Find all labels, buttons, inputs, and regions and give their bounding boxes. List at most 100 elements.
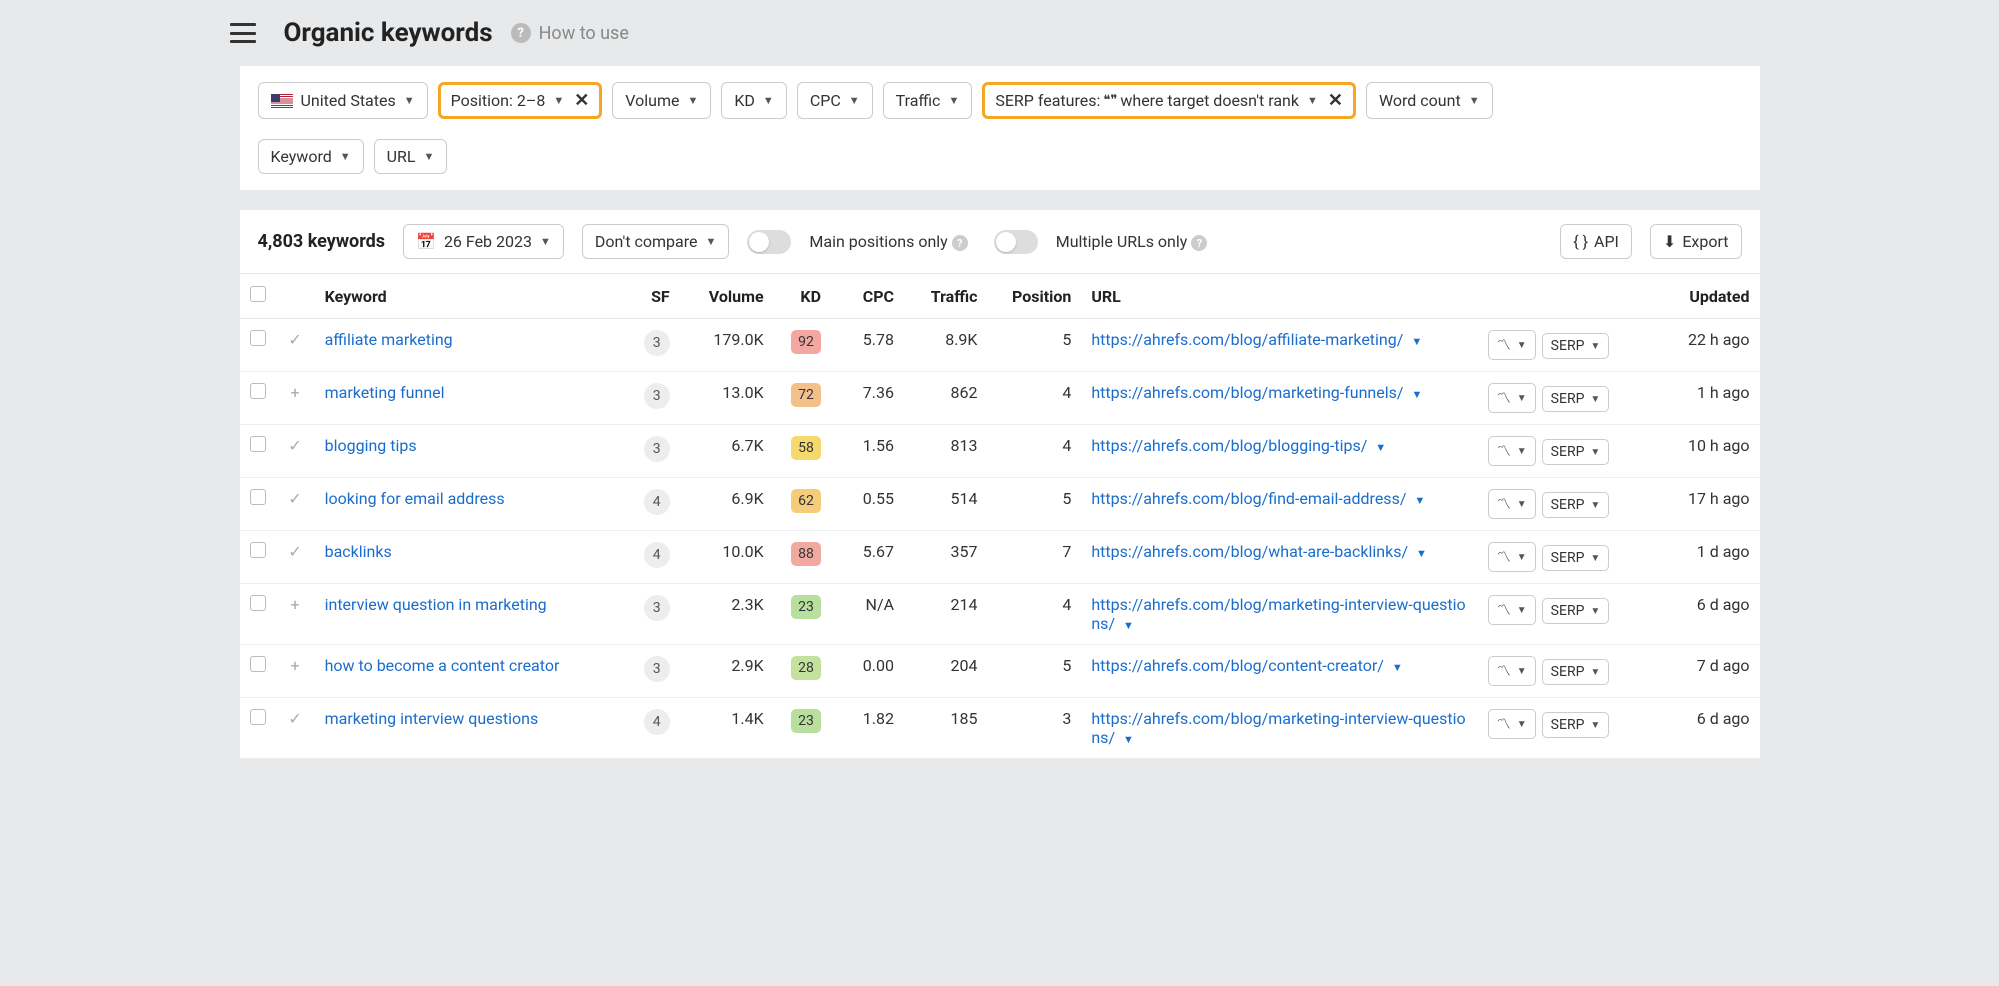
url-link[interactable]: https://ahrefs.com/blog/what-are-backlin…	[1091, 542, 1408, 561]
filter-serp-features[interactable]: SERP features: ❝❞ where target doesn't r…	[982, 82, 1356, 119]
keyword-link[interactable]: backlinks	[325, 542, 392, 561]
serp-button[interactable]: SERP▼	[1542, 386, 1610, 412]
chevron-down-icon[interactable]: ▼	[1123, 733, 1134, 746]
select-all-checkbox[interactable]	[250, 286, 266, 302]
row-checkbox[interactable]	[250, 709, 266, 725]
col-updated[interactable]: Updated	[1655, 274, 1759, 319]
sf-badge[interactable]: 3	[644, 595, 670, 621]
sf-badge[interactable]: 4	[644, 709, 670, 735]
chart-button[interactable]: 〽▼	[1488, 436, 1536, 466]
filter-position[interactable]: Position: 2–8 ▼ ✕	[438, 82, 603, 119]
check-icon[interactable]: ✓	[287, 709, 303, 728]
close-icon[interactable]: ✕	[1328, 90, 1343, 111]
keyword-link[interactable]: how to become a content creator	[325, 656, 560, 675]
filter-volume[interactable]: Volume ▼	[612, 82, 711, 119]
api-button[interactable]: { } API	[1560, 224, 1632, 259]
row-checkbox[interactable]	[250, 656, 266, 672]
chart-icon: 〽	[1497, 335, 1511, 355]
col-position[interactable]: Position	[987, 274, 1081, 319]
chevron-down-icon[interactable]: ▼	[1123, 619, 1134, 632]
chart-button[interactable]: 〽▼	[1488, 489, 1536, 519]
col-traffic[interactable]: Traffic	[904, 274, 987, 319]
url-link[interactable]: https://ahrefs.com/blog/affiliate-market…	[1091, 330, 1403, 349]
sf-badge[interactable]: 4	[644, 489, 670, 515]
filter-cpc[interactable]: CPC ▼	[797, 82, 873, 119]
plus-icon[interactable]: +	[287, 656, 303, 675]
plus-icon[interactable]: +	[287, 595, 303, 614]
url-link[interactable]: https://ahrefs.com/blog/content-creator/	[1091, 656, 1384, 675]
filter-url[interactable]: URL ▼	[374, 139, 448, 174]
help-icon[interactable]: ?	[1191, 235, 1207, 251]
chevron-down-icon: ▼	[1517, 446, 1527, 457]
multiple-urls-toggle[interactable]	[994, 230, 1038, 254]
row-checkbox[interactable]	[250, 489, 266, 505]
chevron-down-icon[interactable]: ▼	[1375, 441, 1386, 454]
col-kd[interactable]: KD	[774, 274, 831, 319]
serp-button[interactable]: SERP▼	[1542, 439, 1610, 465]
chart-button[interactable]: 〽▼	[1488, 709, 1536, 739]
sf-badge[interactable]: 3	[644, 383, 670, 409]
serp-button[interactable]: SERP▼	[1542, 598, 1610, 624]
col-cpc[interactable]: CPC	[831, 274, 904, 319]
sf-badge[interactable]: 4	[644, 542, 670, 568]
sf-badge[interactable]: 3	[644, 656, 670, 682]
keyword-link[interactable]: affiliate marketing	[325, 330, 453, 349]
url-link[interactable]: https://ahrefs.com/blog/marketing-interv…	[1091, 709, 1465, 747]
chevron-down-icon[interactable]: ▼	[1414, 494, 1425, 507]
row-checkbox[interactable]	[250, 595, 266, 611]
filter-keyword[interactable]: Keyword ▼	[258, 139, 364, 174]
col-url[interactable]: URL	[1081, 274, 1477, 319]
row-checkbox[interactable]	[250, 542, 266, 558]
plus-icon[interactable]: +	[287, 383, 303, 402]
chart-button[interactable]: 〽▼	[1488, 656, 1536, 686]
export-button[interactable]: ⬇ Export	[1650, 224, 1742, 259]
main-positions-toggle[interactable]	[747, 230, 791, 254]
sf-badge[interactable]: 3	[644, 436, 670, 462]
serp-button[interactable]: SERP▼	[1542, 333, 1610, 359]
chevron-down-icon[interactable]: ▼	[1411, 335, 1422, 348]
chart-button[interactable]: 〽▼	[1488, 595, 1536, 625]
chevron-down-icon[interactable]: ▼	[1392, 661, 1403, 674]
compare-dropdown[interactable]: Don't compare ▼	[582, 224, 730, 259]
serp-button[interactable]: SERP▼	[1542, 712, 1610, 738]
filter-traffic[interactable]: Traffic ▼	[883, 82, 973, 119]
check-icon[interactable]: ✓	[287, 330, 303, 349]
keyword-link[interactable]: blogging tips	[325, 436, 417, 455]
chart-button[interactable]: 〽▼	[1488, 330, 1536, 360]
row-checkbox[interactable]	[250, 383, 266, 399]
row-checkbox[interactable]	[250, 330, 266, 346]
url-link[interactable]: https://ahrefs.com/blog/blogging-tips/	[1091, 436, 1367, 455]
check-icon[interactable]: ✓	[287, 542, 303, 561]
keyword-link[interactable]: interview question in marketing	[325, 595, 547, 614]
how-to-use-link[interactable]: How to use	[539, 23, 629, 44]
chevron-down-icon[interactable]: ▼	[1416, 547, 1427, 560]
menu-icon[interactable]	[230, 23, 256, 43]
calendar-icon: 📅	[416, 232, 436, 251]
serp-button[interactable]: SERP▼	[1542, 659, 1610, 685]
chart-button[interactable]: 〽▼	[1488, 542, 1536, 572]
col-volume[interactable]: Volume	[680, 274, 774, 319]
filter-word-count[interactable]: Word count ▼	[1366, 82, 1493, 119]
chevron-down-icon[interactable]: ▼	[1411, 388, 1422, 401]
check-icon[interactable]: ✓	[287, 436, 303, 455]
check-icon[interactable]: ✓	[287, 489, 303, 508]
keyword-link[interactable]: marketing interview questions	[325, 709, 539, 728]
col-keyword[interactable]: Keyword	[315, 274, 628, 319]
url-link[interactable]: https://ahrefs.com/blog/marketing-funnel…	[1091, 383, 1403, 402]
chart-button[interactable]: 〽▼	[1488, 383, 1536, 413]
filter-country[interactable]: United States ▼	[258, 82, 428, 119]
help-icon[interactable]: ?	[511, 23, 531, 43]
col-sf[interactable]: SF	[628, 274, 680, 319]
keyword-link[interactable]: marketing funnel	[325, 383, 445, 402]
close-icon[interactable]: ✕	[574, 90, 589, 111]
help-icon[interactable]: ?	[952, 235, 968, 251]
date-picker[interactable]: 📅 26 Feb 2023 ▼	[403, 224, 564, 259]
row-checkbox[interactable]	[250, 436, 266, 452]
url-link[interactable]: https://ahrefs.com/blog/find-email-addre…	[1091, 489, 1406, 508]
serp-button[interactable]: SERP▼	[1542, 492, 1610, 518]
url-link[interactable]: https://ahrefs.com/blog/marketing-interv…	[1091, 595, 1465, 633]
filter-kd[interactable]: KD ▼	[721, 82, 786, 119]
serp-button[interactable]: SERP▼	[1542, 545, 1610, 571]
keyword-link[interactable]: looking for email address	[325, 489, 505, 508]
sf-badge[interactable]: 3	[644, 330, 670, 356]
